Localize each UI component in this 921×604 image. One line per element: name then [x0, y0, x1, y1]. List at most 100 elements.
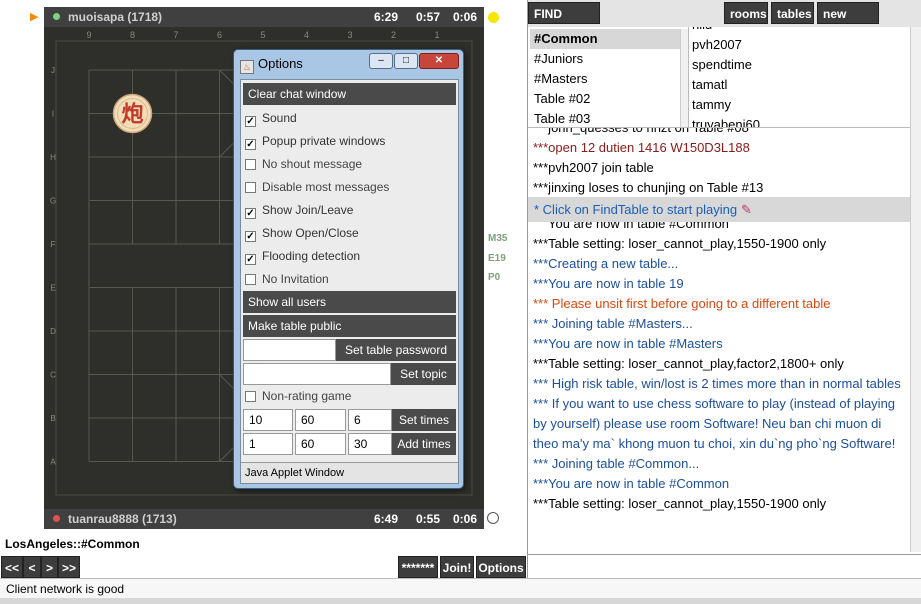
clear-chat-button[interactable]: Clear chat window: [243, 83, 456, 105]
bottom-player-bar: tuanrau8888 (1713) 6:49 0:55 0:06: [44, 509, 484, 529]
user-item[interactable]: pvh2007: [689, 35, 910, 55]
user-item[interactable]: nilu: [689, 27, 910, 35]
checkbox-icon[interactable]: [245, 274, 256, 285]
options-button[interactable]: Options: [476, 556, 526, 578]
option-checkbox-row[interactable]: No Invitation: [245, 269, 329, 289]
prev-move-button[interactable]: <: [23, 556, 41, 578]
option-label: Flooding detection: [262, 249, 361, 263]
column-label: 5: [260, 30, 265, 40]
checkbox-icon[interactable]: [245, 391, 256, 402]
table-password-input[interactable]: [243, 339, 336, 361]
side-tag-2: E19: [488, 253, 506, 264]
chat-line: ***Table setting: loser_cannot_play,1550…: [533, 236, 827, 251]
non-rating-checkbox[interactable]: Non-rating game: [245, 386, 351, 406]
user-item[interactable]: tamatl: [689, 75, 910, 95]
column-label: 8: [130, 30, 135, 40]
room-item[interactable]: #Masters: [530, 69, 680, 89]
top-player-time-step: 0:06: [453, 10, 478, 24]
room-item[interactable]: Table #03: [530, 109, 680, 127]
chat-log: You are now in table #Common ***Table set…: [528, 222, 910, 552]
checked-checkbox-icon[interactable]: ✓: [245, 116, 256, 127]
log-scrollbar[interactable]: [910, 127, 921, 197]
dialog-title: Options: [258, 56, 303, 71]
maximize-button[interactable]: □: [394, 53, 418, 69]
chat-line: ***You are now in table 19: [533, 276, 684, 291]
chat-line: ***Table setting: loser_cannot_play,fact…: [533, 356, 844, 371]
next-move-button[interactable]: >: [41, 556, 58, 578]
window-bottom-edge: [0, 598, 921, 604]
turn-indicator-icon: [488, 12, 499, 23]
option-checkbox-row[interactable]: ✓ Popup private windows: [245, 131, 385, 151]
tables-button[interactable]: tables: [771, 2, 814, 24]
top-player-name: muoisapa (1718): [68, 10, 163, 24]
applet-footer: Java Applet Window: [241, 462, 458, 483]
option-checkbox-row[interactable]: ✓ Sound: [245, 108, 297, 128]
status-bar: Client network is good: [0, 578, 921, 598]
find-table-hint[interactable]: * Click on FindTable to start playing ✎: [528, 197, 910, 222]
add-times-button[interactable]: Add times: [392, 433, 456, 455]
join-button[interactable]: Join!: [440, 556, 474, 578]
lobby-panel: FIND TABLE rooms tables new table #Commo…: [527, 0, 921, 578]
last-move-button[interactable]: >>: [58, 556, 80, 578]
add-time-step[interactable]: 30: [348, 433, 392, 455]
row-label: D: [50, 327, 56, 336]
chat-input[interactable]: [528, 554, 921, 578]
option-checkbox-row[interactable]: ✓ Flooding detection: [245, 246, 360, 266]
option-checkbox-row[interactable]: No shout message: [245, 154, 362, 174]
bottom-player-time-total: 6:49: [374, 512, 399, 526]
rooms-list[interactable]: #Common #Juniors #Masters Table #02 Tabl…: [530, 29, 680, 127]
lobby-toolbar: FIND TABLE rooms tables new table: [528, 0, 921, 43]
checkbox-icon[interactable]: [245, 159, 256, 170]
row-label: B: [50, 414, 55, 423]
time-input-step[interactable]: 6: [348, 409, 392, 431]
topic-input[interactable]: [243, 363, 391, 385]
chat-scrollbar[interactable]: [910, 197, 921, 552]
column-label: 7: [173, 30, 178, 40]
option-checkbox-row[interactable]: Disable most messages: [245, 177, 389, 197]
time-input-move[interactable]: 60: [295, 409, 346, 431]
users-list[interactable]: nilu pvh2007 spendtime tamatl tammy truy…: [688, 27, 910, 127]
checked-checkbox-icon[interactable]: ✓: [245, 254, 256, 265]
make-public-button[interactable]: Make table public: [243, 315, 456, 337]
checkbox-icon[interactable]: [245, 182, 256, 193]
option-checkbox-row[interactable]: ✓ Show Open/Close: [245, 223, 359, 243]
log-line: ***jinxing loses to chunjing on Table #1…: [533, 180, 764, 195]
set-topic-button[interactable]: Set topic: [391, 363, 456, 385]
new-table-button[interactable]: new table: [817, 2, 879, 43]
hint-text: * Click on FindTable to start playing: [534, 202, 738, 217]
add-time-main[interactable]: 1: [243, 433, 293, 455]
user-item[interactable]: spendtime: [689, 55, 910, 75]
offline-dot-icon: [53, 515, 60, 522]
room-item[interactable]: Table #02: [530, 89, 680, 109]
minimize-button[interactable]: –: [369, 53, 393, 69]
chat-line: ***Creating a new table...: [533, 256, 679, 271]
room-item[interactable]: #Juniors: [530, 49, 680, 69]
first-move-button[interactable]: <<: [1, 556, 23, 578]
checked-checkbox-icon[interactable]: ✓: [245, 208, 256, 219]
rooms-scrollbar[interactable]: [680, 29, 688, 127]
users-scrollbar[interactable]: [910, 27, 921, 127]
close-button[interactable]: ✕: [419, 53, 459, 69]
option-checkbox-row[interactable]: ✓ Show Join/Leave: [245, 200, 353, 220]
add-time-move[interactable]: 60: [295, 433, 346, 455]
room-item[interactable]: #Common: [530, 29, 680, 49]
checked-checkbox-icon[interactable]: ✓: [245, 139, 256, 150]
show-all-users-button[interactable]: Show all users: [243, 291, 456, 313]
row-label: H: [50, 153, 56, 162]
user-item[interactable]: tammy: [689, 95, 910, 115]
set-times-button[interactable]: Set times: [392, 409, 456, 431]
chat-line: *** Joining table #Common...: [533, 456, 700, 471]
find-table-button[interactable]: FIND TABLE: [528, 2, 600, 43]
time-input-main[interactable]: 10: [243, 409, 293, 431]
table-password-field[interactable]: *******: [398, 556, 438, 578]
row-label: J: [51, 66, 55, 75]
chat-line: ***Table setting: loser_cannot_play,1550…: [533, 496, 827, 511]
log-line: ***open 12 dutien 1416 W150D3L188: [533, 140, 750, 155]
rooms-button[interactable]: rooms: [724, 2, 768, 24]
row-label: F: [51, 240, 56, 249]
top-player-time-move: 0:57: [416, 10, 441, 24]
chat-line: ***You are now in table #Masters: [533, 336, 723, 351]
set-password-button[interactable]: Set table password: [336, 339, 456, 361]
user-item[interactable]: truyabeni60: [689, 115, 910, 127]
checked-checkbox-icon[interactable]: ✓: [245, 231, 256, 242]
